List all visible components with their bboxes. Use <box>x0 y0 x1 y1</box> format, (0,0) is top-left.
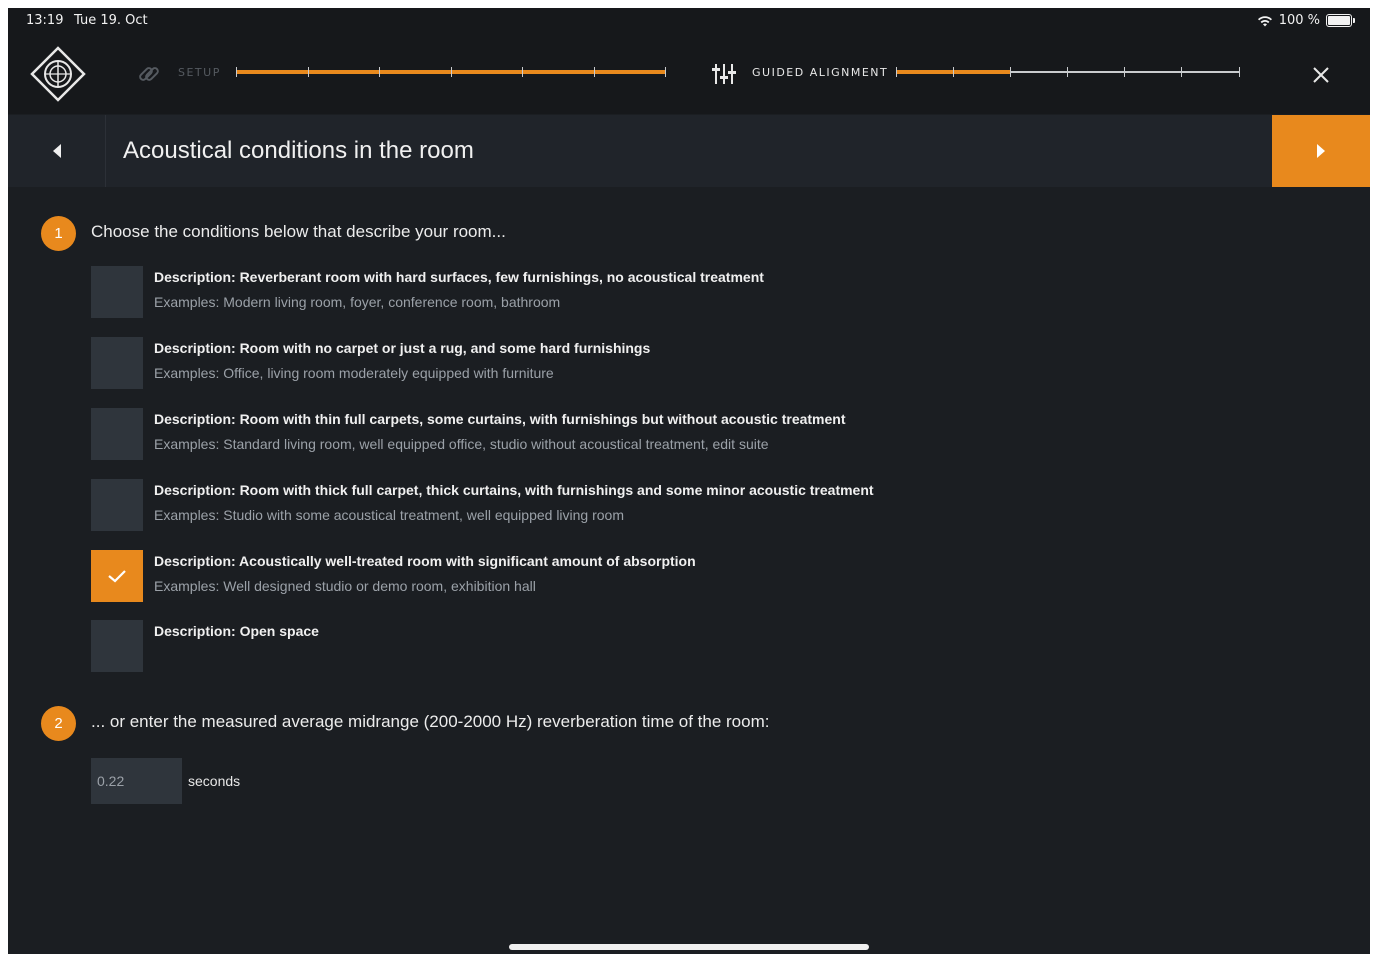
option-description: Description: Room with thin full carpets… <box>154 411 846 427</box>
option-description: Description: Acoustically well-treated r… <box>154 553 696 569</box>
option-examples: Examples: Well designed studio or demo r… <box>154 578 536 594</box>
sliders-icon[interactable] <box>710 60 738 88</box>
neumann-logo-icon <box>30 46 86 102</box>
link-icon[interactable] <box>135 60 163 88</box>
top-navigation: Setup Guided Alignment <box>8 36 1370 114</box>
triangle-left-icon <box>52 144 61 158</box>
page-header: Acoustical conditions in the room <box>8 115 1370 187</box>
guided-progress-bar <box>896 64 1240 80</box>
checkmark-icon <box>108 570 126 583</box>
status-right: 100 % <box>1257 13 1355 28</box>
reverberation-time-input[interactable] <box>91 758 182 804</box>
condition-checkbox[interactable] <box>91 408 143 460</box>
reverberation-time-unit: seconds <box>188 773 241 789</box>
option-examples: Examples: Studio with some acoustical tr… <box>154 507 625 523</box>
wifi-icon <box>1257 15 1272 26</box>
condition-checkbox[interactable] <box>91 337 143 389</box>
app-screen: 13:19 Tue 19. Oct 100 % SETUP GUIDED ALI… <box>8 8 1370 954</box>
option-examples: Examples: Standard living room, well equ… <box>154 436 769 452</box>
status-bar: 13:19 Tue 19. Oct 100 % <box>8 8 1370 36</box>
condition-checkbox[interactable] <box>91 479 143 531</box>
page-title: Acoustical conditions in the room <box>123 137 474 164</box>
condition-option[interactable]: Description: Open space <box>91 620 991 672</box>
condition-checkbox-checked[interactable] <box>91 550 143 602</box>
option-examples: Examples: Office, living room moderately… <box>154 365 554 381</box>
status-time: 13:19 <box>26 13 64 28</box>
step-setup-label[interactable]: Setup <box>178 66 221 79</box>
step-2-badge: 2 <box>41 706 76 741</box>
step-1-badge: 1 <box>41 216 76 251</box>
battery-icon <box>1326 14 1355 27</box>
condition-checkbox[interactable] <box>91 266 143 318</box>
triangle-right-icon <box>1317 144 1325 158</box>
battery-percent: 100 % <box>1278 13 1320 28</box>
step-1-instruction: Choose the conditions below that describ… <box>91 222 506 241</box>
logo-area <box>8 36 106 114</box>
condition-option[interactable]: Description: Room with thin full carpets… <box>91 408 991 460</box>
back-button[interactable] <box>8 115 106 187</box>
option-examples: Examples: Modern living room, foyer, con… <box>154 294 561 310</box>
condition-checkbox[interactable] <box>91 620 143 672</box>
setup-progress-bar <box>236 64 666 80</box>
condition-option[interactable]: Description: Reverberant room with hard … <box>91 266 991 318</box>
condition-option[interactable]: Description: Acoustically well-treated r… <box>91 550 991 602</box>
next-button[interactable] <box>1272 115 1370 187</box>
status-date: Tue 19. Oct <box>74 13 148 28</box>
condition-option[interactable]: Description: Room with no carpet or just… <box>91 337 991 389</box>
step-guided-label[interactable]: Guided Alignment <box>752 66 888 79</box>
step-2-instruction: ... or enter the measured average midran… <box>91 712 770 731</box>
option-description: Description: Room with no carpet or just… <box>154 340 651 356</box>
condition-option[interactable]: Description: Room with thick full carpet… <box>91 479 991 531</box>
close-button[interactable] <box>1272 36 1370 114</box>
option-description: Description: Room with thick full carpet… <box>154 482 874 498</box>
option-description: Description: Reverberant room with hard … <box>154 269 764 285</box>
close-icon <box>1313 67 1329 83</box>
home-indicator[interactable] <box>509 944 869 950</box>
option-description: Description: Open space <box>154 623 319 639</box>
